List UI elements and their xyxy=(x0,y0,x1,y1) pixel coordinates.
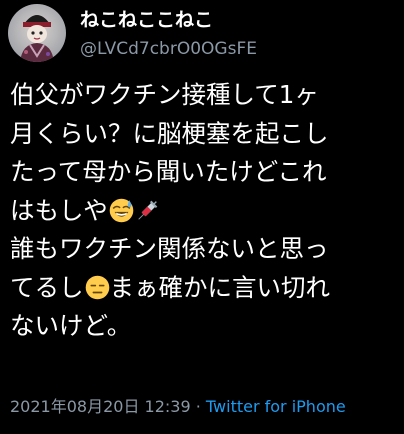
tweet-line-text: まぁ確かに言い切れ xyxy=(109,272,331,302)
tweet-line: はもしや xyxy=(10,192,398,231)
tweet-line: 誰もワクチン関係ないと思っ xyxy=(10,230,398,269)
tweet-line-text: てるし xyxy=(10,272,84,302)
display-name[interactable]: ねこねここねこ xyxy=(80,8,213,32)
tweet-meta: 2021年08月20日 12:39 · Twitter for iPhone xyxy=(10,396,346,418)
tweet-text: 伯父がワクチン接種して1ヶ 月くらい？に脳梗塞を起こし たって母から聞いたけどこ… xyxy=(10,76,398,346)
source-link[interactable]: Twitter for iPhone xyxy=(206,397,346,416)
expressionless-emoji-icon xyxy=(85,275,109,299)
tweet-line: 月くらい？に脳梗塞を起こし xyxy=(10,115,398,154)
tweet-line-text: はもしや xyxy=(10,195,108,225)
tweet-line: てるし まぁ確かに言い切れ xyxy=(10,269,398,308)
meta-separator: · xyxy=(190,397,206,416)
tweet-line-text: 伯父がワクチン接種して1ヶ xyxy=(10,80,319,109)
tweet-line-text: たって母から聞いたけどこれ xyxy=(10,157,327,186)
syringe-emoji-icon xyxy=(138,200,158,220)
avatar[interactable] xyxy=(8,4,66,62)
user-handle[interactable]: @LVCd7cbrO0OGsFE xyxy=(80,38,257,60)
tweet-card: ねこねここねこ @LVCd7cbrO0OGsFE 伯父がワクチン接種して1ヶ 月… xyxy=(0,0,404,434)
avatar-image xyxy=(8,4,66,62)
tweet-line: たって母から聞いたけどこれ xyxy=(10,153,398,192)
tweet-line: ないけど。 xyxy=(10,307,398,346)
tweet-line-text: 誰もワクチン関係ないと思っ xyxy=(10,234,329,263)
tweet-line: 伯父がワクチン接種して1ヶ xyxy=(10,76,398,115)
tweet-line-text: 月くらい？に脳梗塞を起こし xyxy=(10,118,329,148)
tweet-line-text: ないけど。 xyxy=(10,311,132,340)
grinning-sweat-emoji-icon xyxy=(109,198,134,222)
timestamp[interactable]: 2021年08月20日 12:39 xyxy=(10,397,191,416)
